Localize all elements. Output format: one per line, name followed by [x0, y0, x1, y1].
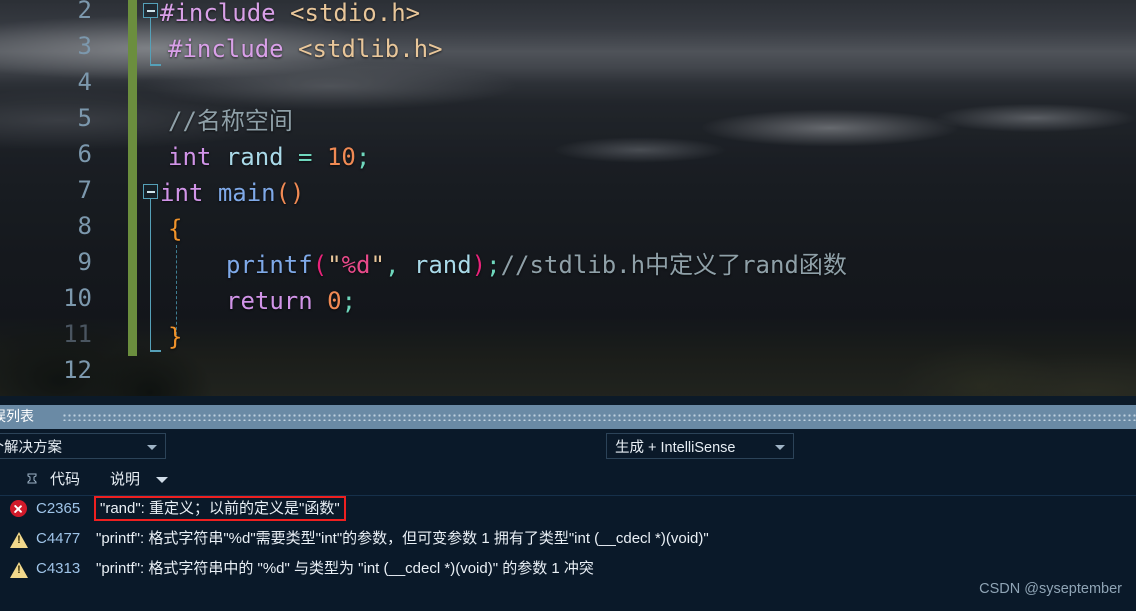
line-number: 12: [63, 356, 92, 384]
token-include: #include: [168, 35, 284, 63]
token-include: #include: [160, 0, 276, 27]
error-list-tab-title[interactable]: 错误列表: [0, 404, 34, 428]
chevron-down-icon: [147, 445, 157, 450]
fold-toggle-main[interactable]: [143, 184, 158, 199]
token-comma: ,: [384, 251, 414, 279]
tabstrip-drag-dots: [62, 413, 1136, 421]
token-comment-stdlib: //stdlib.h中定义了rand函数: [500, 251, 847, 279]
column-header-code[interactable]: 代码: [50, 465, 80, 495]
column-header-description[interactable]: 说明: [110, 465, 140, 495]
fold-foot-include: [149, 64, 161, 66]
token-main-parens: (): [275, 179, 305, 207]
code-line-2: #include <stdio.h>: [160, 1, 420, 25]
token-ten: 10: [326, 143, 356, 171]
code-line-7: int main(): [160, 181, 305, 205]
error-list-toolbar: 整个解决方案 错误 1 警告 2 展示 1 个消息中的 0 个: [0, 429, 1136, 465]
code-line-11-close-brace: }: [168, 323, 183, 351]
indent-guide: [176, 245, 177, 335]
token-semicolon: ;: [486, 251, 501, 279]
scope-filter-combo[interactable]: 整个解决方案: [0, 433, 166, 459]
vs-screenshot: 2 3 4 5 6 7 8 9 10 11 12 #include <stdio…: [0, 0, 1136, 611]
error-list-tabstrip[interactable]: [0, 405, 1136, 429]
token-int: int: [168, 143, 212, 171]
error-icon: [10, 500, 27, 517]
scope-filter-label: 整个解决方案: [0, 439, 62, 456]
table-row[interactable]: C4313 "printf": 格式字符串中的 "%d" 与类型为 "int (…: [0, 556, 1136, 582]
warning-icon: [10, 532, 28, 548]
token-format-specifier: %d: [341, 251, 371, 279]
token-stdio-header: <stdio.h>: [290, 0, 421, 27]
csdn-watermark: CSDN @syseptember: [979, 581, 1122, 597]
code-editor[interactable]: 2 3 4 5 6 7 8 9 10 11 12 #include <stdio…: [0, 0, 1136, 396]
line-number: 6: [77, 140, 92, 168]
panel-splitter[interactable]: [0, 396, 1136, 405]
line-number: 11: [63, 320, 92, 348]
chevron-down-icon: [775, 445, 785, 450]
row-description[interactable]: "rand": 重定义；以前的定义是"函数": [94, 496, 346, 521]
sort-descending-icon: [156, 477, 168, 483]
row-code[interactable]: C2365: [36, 496, 80, 522]
code-line-10: return 0;: [226, 289, 356, 313]
token-quote-close: ": [370, 251, 385, 279]
row-description[interactable]: "printf": 格式字符串"%d"需要类型"int"的参数，但可变参数 1 …: [96, 526, 709, 552]
error-list-column-headers: 代码 说明: [0, 465, 1136, 496]
code-line-5-comment: //名称空间: [168, 107, 293, 135]
line-number: 8: [77, 212, 92, 240]
build-intellisense-combo[interactable]: 生成 + IntelliSense: [606, 433, 794, 459]
row-code[interactable]: C4313: [36, 556, 80, 582]
fold-line-main: [149, 199, 152, 351]
token-rand-arg: rand: [413, 251, 472, 279]
pin-column-icon[interactable]: [26, 473, 38, 485]
token-stdlib-header: <stdlib.h>: [298, 35, 443, 63]
line-number: 10: [63, 284, 92, 312]
line-number: 5: [77, 104, 92, 132]
line-number: 7: [77, 176, 92, 204]
line-number: 2: [77, 0, 92, 24]
token-main: main: [217, 179, 276, 207]
token-return: return: [226, 287, 313, 315]
table-row[interactable]: C4477 "printf": 格式字符串"%d"需要类型"int"的参数，但可…: [0, 526, 1136, 552]
fold-toggle-include[interactable]: [143, 3, 158, 18]
line-number: 9: [77, 248, 92, 276]
code-line-6: int rand = 10;: [168, 145, 370, 169]
token-quote-open: ": [327, 251, 342, 279]
token-rand-var: rand: [225, 143, 284, 171]
token-lparen: (: [312, 251, 328, 279]
token-int: int: [160, 179, 204, 207]
line-number: 4: [77, 68, 92, 96]
warning-icon: [10, 562, 28, 578]
fold-foot-main: [149, 350, 161, 352]
row-code[interactable]: C4477: [36, 526, 80, 552]
token-rparen: ): [471, 251, 487, 279]
code-line-9: printf("%d", rand);//stdlib.h中定义了rand函数: [226, 253, 847, 277]
token-semicolon: ;: [341, 287, 357, 315]
token-zero: 0: [327, 287, 342, 315]
editor-change-bar: [128, 0, 137, 356]
fold-line-include: [149, 18, 152, 65]
build-intellisense-label: 生成 + IntelliSense: [615, 439, 736, 456]
line-number: 3: [77, 32, 92, 60]
code-line-3: #include <stdlib.h>: [168, 37, 443, 61]
code-line-8-open-brace: {: [168, 215, 183, 243]
token-printf: printf: [226, 251, 313, 279]
row-description[interactable]: "printf": 格式字符串中的 "%d" 与类型为 "int (__cdec…: [96, 556, 594, 582]
token-assign: =: [283, 143, 327, 171]
table-row[interactable]: C2365 "rand": 重定义；以前的定义是"函数": [0, 496, 1136, 522]
token-semicolon: ;: [355, 143, 371, 171]
error-list-rows: C2365 "rand": 重定义；以前的定义是"函数" C4477 "prin…: [0, 496, 1136, 611]
